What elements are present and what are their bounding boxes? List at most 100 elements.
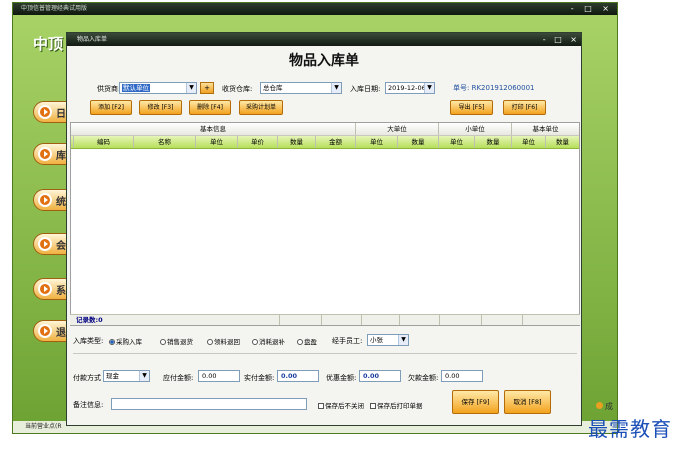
handler-label: 经手员工: xyxy=(332,337,363,345)
status-badge: 成 xyxy=(596,401,613,412)
sidebar-button-label: 系 xyxy=(56,286,66,297)
save-no-close-checkbox[interactable]: 保存后不关闭 xyxy=(318,400,364,410)
col-amount[interactable]: 金额 xyxy=(316,136,356,148)
footer-cell xyxy=(440,315,482,325)
chevron-down-icon: ▼ xyxy=(139,371,149,381)
date-picker[interactable]: 2019-12-06 ▼ xyxy=(385,82,435,94)
remark-field[interactable] xyxy=(111,398,307,410)
discount-label: 优惠金额: xyxy=(326,374,357,382)
divider xyxy=(73,353,577,354)
date-label: 入库日期: xyxy=(350,85,381,93)
sidebar-button-label: 库 xyxy=(56,151,66,162)
radio-icon xyxy=(160,339,166,345)
checkbox-icon xyxy=(370,403,376,409)
radio-inventory-gain[interactable]: 盘盈 xyxy=(297,336,317,346)
warehouse-label: 收货仓库: xyxy=(222,85,253,93)
sidebar-button-label: 日 xyxy=(56,109,66,120)
footer-cell xyxy=(482,315,523,325)
main-titlebar: 中顶信普管理经典试用版 - □ × xyxy=(13,3,617,15)
maximize-icon[interactable]: □ xyxy=(554,35,562,44)
owed-label: 欠款金额: xyxy=(408,374,439,382)
date-value: 2019-12-06 xyxy=(388,84,426,92)
sidebar-button-label: 统 xyxy=(56,197,66,208)
save-print-checkbox[interactable]: 保存后打印单据 xyxy=(370,400,423,410)
col-code[interactable]: 编码 xyxy=(74,136,134,148)
dialog-window-controls: - □ × xyxy=(537,33,577,46)
add-supplier-button[interactable]: + xyxy=(200,82,214,94)
watermark-text: 最需教育 xyxy=(588,417,672,441)
cancel-button[interactable]: 取消 [F8] xyxy=(504,390,551,414)
col-qty[interactable]: 数量 xyxy=(278,136,316,148)
form-title: 物品入库单 xyxy=(289,53,359,69)
payable-field[interactable]: 0.00 xyxy=(198,370,240,382)
minimize-icon[interactable]: - xyxy=(543,35,546,44)
add-button[interactable]: 添加 [F2] xyxy=(90,100,132,115)
group-header-basic: 基本信息 xyxy=(71,123,356,135)
supplier-select[interactable]: 默认单位 ▼ xyxy=(119,82,197,94)
paid-label: 实付金额: xyxy=(244,374,275,382)
record-count: 记录数:0 xyxy=(70,315,280,325)
radio-icon xyxy=(297,339,303,345)
radio-consume-return[interactable]: 消耗退补 xyxy=(252,336,285,346)
play-icon xyxy=(38,147,52,161)
footer-cell xyxy=(523,315,580,325)
radio-selected-icon xyxy=(109,339,115,345)
footer-cell xyxy=(400,315,440,325)
col-small-qty[interactable]: 数量 xyxy=(475,136,512,148)
warehouse-select[interactable]: 总仓库 ▼ xyxy=(260,82,342,94)
group-header-base-unit: 基本单位 xyxy=(532,125,559,133)
grid-group-header: 基本信息 大单位 小单位 基本单位 xyxy=(71,123,579,136)
group-header-large-unit: 大单位 xyxy=(356,123,439,135)
play-icon xyxy=(38,105,52,119)
play-icon xyxy=(38,237,52,251)
type-label: 入库类型: xyxy=(73,337,104,345)
dialog-title: 物品入库单 xyxy=(77,36,108,43)
payment-select[interactable]: 现金 ▼ xyxy=(103,370,150,382)
col-unit[interactable]: 单位 xyxy=(196,136,238,148)
payment-value: 现金 xyxy=(106,372,119,380)
grid-column-header: 编码 名称 单位 单价 数量 金额 单位 数量 单位 数量 单位 数量 xyxy=(71,136,579,149)
col-small-unit[interactable]: 单位 xyxy=(439,136,475,148)
col-name[interactable]: 名称 xyxy=(134,136,196,148)
footer-cell xyxy=(280,315,322,325)
edit-button[interactable]: 修改 [F3] xyxy=(139,100,182,115)
col-large-qty[interactable]: 数量 xyxy=(398,136,439,148)
delete-button[interactable]: 删除 [F4] xyxy=(189,100,231,115)
col-price[interactable]: 单价 xyxy=(238,136,278,148)
order-number: 单号: RK201912060001 xyxy=(453,84,535,92)
export-button[interactable]: 导出 [F5] xyxy=(450,100,493,115)
radio-icon xyxy=(252,339,258,345)
chevron-down-icon: ▼ xyxy=(424,83,434,93)
play-icon xyxy=(38,282,52,296)
owed-field[interactable]: 0.00 xyxy=(441,370,483,382)
main-window-controls[interactable]: - □ × xyxy=(571,3,613,15)
app-logo: 中顶 xyxy=(33,35,64,53)
play-icon xyxy=(38,193,52,207)
payment-label: 付款方式 xyxy=(73,374,101,382)
save-button[interactable]: 保存 [F9] xyxy=(452,390,499,414)
radio-purchase[interactable]: 采购入库 xyxy=(109,336,142,346)
purchase-plan-button[interactable]: 采购计划单 xyxy=(239,100,283,115)
footer-cell xyxy=(362,315,400,325)
col-base-qty[interactable]: 数量 xyxy=(546,136,579,148)
paid-field[interactable]: 0.00 xyxy=(277,370,319,382)
close-icon[interactable]: × xyxy=(570,35,577,44)
main-title: 中顶信普管理经典试用版 xyxy=(21,5,88,12)
sidebar-button-label: 退 xyxy=(56,328,66,339)
items-grid[interactable]: 基本信息 大单位 小单位 基本单位 编码 名称 单位 单价 数量 金额 单位 数… xyxy=(70,122,580,326)
supplier-label: 供货商: xyxy=(97,85,121,93)
col-large-unit[interactable]: 单位 xyxy=(356,136,398,148)
col-base-unit[interactable]: 单位 xyxy=(512,136,546,148)
status-dot-icon xyxy=(596,402,603,409)
discount-field[interactable]: 0.00 xyxy=(359,370,401,382)
print-button[interactable]: 打印 [F6] xyxy=(503,100,546,115)
radio-sales-return[interactable]: 销售退货 xyxy=(160,336,193,346)
supplier-value: 默认单位 xyxy=(122,84,150,92)
dialog-titlebar: 物品入库单 - □ × xyxy=(67,33,581,46)
handler-value: 小张 xyxy=(370,336,383,344)
group-header-small-unit: 小单位 xyxy=(439,123,512,135)
chevron-down-icon: ▼ xyxy=(186,83,196,93)
handler-select[interactable]: 小张 ▼ xyxy=(367,334,409,346)
radio-material-return[interactable]: 领料退回 xyxy=(207,336,240,346)
chevron-down-icon: ▼ xyxy=(398,335,408,345)
